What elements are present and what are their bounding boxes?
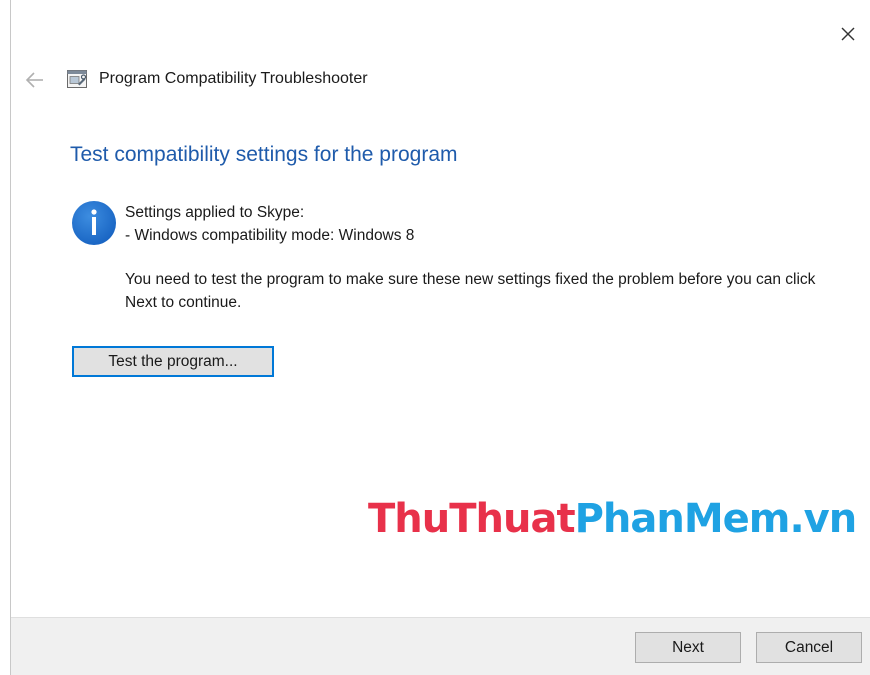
settings-applied-line: Settings applied to Skype: <box>125 204 305 221</box>
back-button[interactable] <box>23 68 47 92</box>
watermark-logo: ThuThuatPhanMem.vn <box>368 496 858 542</box>
close-icon <box>841 27 855 41</box>
window-title: Program Compatibility Troubleshooter <box>99 70 368 87</box>
settings-applied-text: Settings applied to Skype: - Windows com… <box>125 201 414 247</box>
next-button[interactable]: Next <box>635 632 741 663</box>
watermark-part2: PhanMem.vn <box>574 496 858 542</box>
troubleshooter-window: Program Compatibility Troubleshooter Tes… <box>10 0 870 675</box>
back-arrow-icon <box>25 72 43 88</box>
instruction-message: You need to test the program to make sur… <box>125 271 816 311</box>
cancel-button[interactable]: Cancel <box>756 632 862 663</box>
troubleshooter-app-icon <box>67 70 87 88</box>
test-program-button[interactable]: Test the program... <box>72 346 274 377</box>
info-icon <box>72 201 116 245</box>
page-heading: Test compatibility settings for the prog… <box>70 143 458 166</box>
compat-mode-line: - Windows compatibility mode: Windows 8 <box>125 227 415 244</box>
footer-bar: Next Cancel <box>11 617 870 675</box>
watermark-part1: ThuThuat <box>368 496 576 542</box>
close-button[interactable] <box>826 14 870 54</box>
title-bar: Program Compatibility Troubleshooter <box>11 62 711 98</box>
